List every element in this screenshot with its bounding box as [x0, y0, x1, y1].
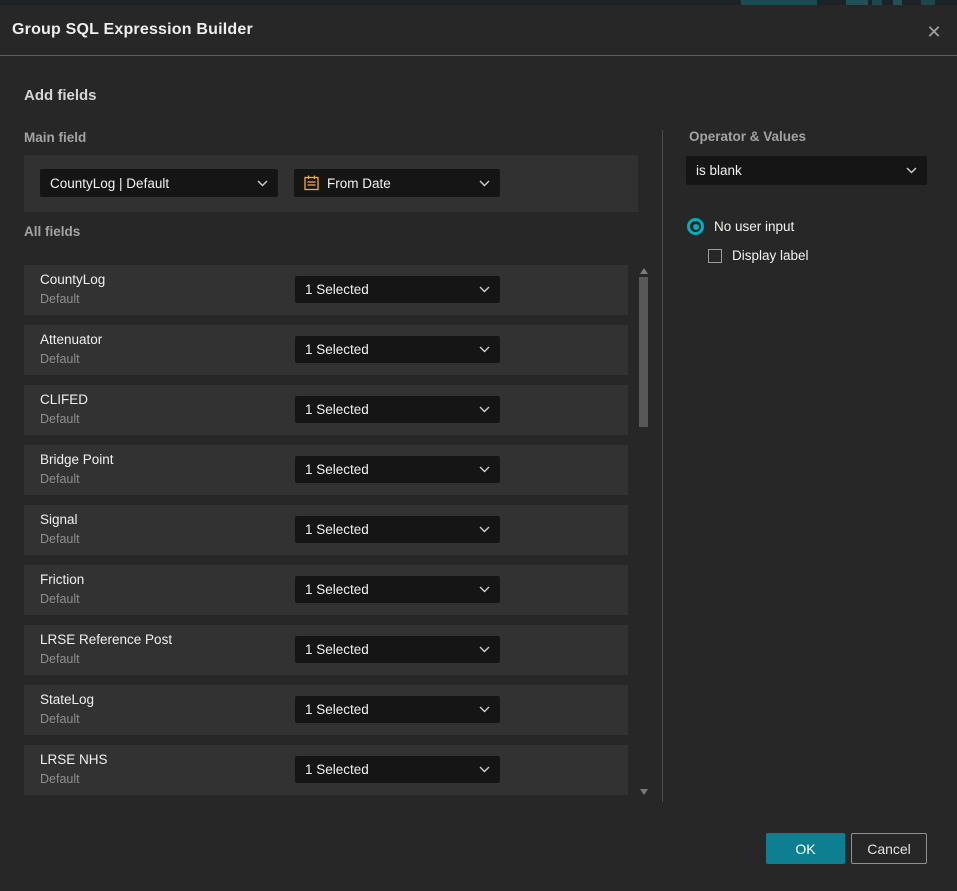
calendar-icon — [304, 175, 319, 191]
field-selected-value: 1 Selected — [305, 762, 479, 777]
field-selected-dropdown[interactable]: 1 Selected — [295, 516, 500, 543]
chevron-down-icon — [906, 167, 917, 174]
scroll-down-icon[interactable] — [640, 789, 648, 795]
field-selected-dropdown[interactable]: 1 Selected — [295, 636, 500, 663]
field-sublabel: Default — [40, 712, 80, 726]
chevron-down-icon — [479, 706, 490, 713]
operator-values-label: Operator & Values — [689, 129, 806, 144]
panel-divider — [662, 130, 663, 802]
chevron-down-icon — [479, 586, 490, 593]
field-name: Friction — [40, 572, 84, 587]
field-name: LRSE NHS — [40, 752, 108, 767]
field-name: LRSE Reference Post — [40, 632, 172, 647]
field-selected-value: 1 Selected — [305, 582, 479, 597]
radio-selected-icon — [687, 218, 704, 235]
field-selected-dropdown[interactable]: 1 Selected — [295, 276, 500, 303]
field-name: CLIFED — [40, 392, 88, 407]
field-selected-value: 1 Selected — [305, 522, 479, 537]
field-name: CountyLog — [40, 272, 105, 287]
field-selected-dropdown[interactable]: 1 Selected — [295, 396, 500, 423]
chevron-down-icon — [479, 406, 490, 413]
chevron-down-icon — [479, 180, 490, 187]
chevron-down-icon — [479, 286, 490, 293]
field-row: Signal Default 1 Selected — [24, 505, 628, 555]
field-selected-value: 1 Selected — [305, 402, 479, 417]
chevron-down-icon — [479, 466, 490, 473]
ok-button[interactable]: OK — [766, 833, 845, 864]
field-selected-dropdown[interactable]: 1 Selected — [295, 696, 500, 723]
chevron-down-icon — [257, 180, 268, 187]
field-selected-value: 1 Selected — [305, 702, 479, 717]
chevron-down-icon — [479, 646, 490, 653]
field-selected-value: 1 Selected — [305, 462, 479, 477]
field-name: Signal — [40, 512, 78, 527]
no-user-input-radio[interactable]: No user input — [687, 218, 794, 235]
field-sublabel: Default — [40, 352, 80, 366]
dialog-header: Group SQL Expression Builder ✕ — [0, 5, 957, 56]
chevron-down-icon — [479, 526, 490, 533]
list-scrollbar[interactable] — [639, 262, 649, 800]
chevron-down-icon — [479, 766, 490, 773]
field-sublabel: Default — [40, 772, 80, 786]
field-row: Attenuator Default 1 Selected — [24, 325, 628, 375]
field-selected-dropdown[interactable]: 1 Selected — [295, 756, 500, 783]
main-field-label: Main field — [24, 130, 86, 145]
main-field-select-value: From Date — [327, 176, 479, 191]
add-fields-heading: Add fields — [24, 87, 97, 104]
layer-select[interactable]: CountyLog | Default — [40, 169, 278, 197]
operator-select[interactable]: is blank — [686, 156, 927, 185]
main-field-panel: CountyLog | Default From Date — [24, 155, 638, 212]
field-sublabel: Default — [40, 472, 80, 486]
all-fields-list: CountyLog Default 1 Selected Attenuator … — [24, 265, 628, 805]
field-selected-value: 1 Selected — [305, 282, 479, 297]
field-selected-dropdown[interactable]: 1 Selected — [295, 336, 500, 363]
field-sublabel: Default — [40, 592, 80, 606]
field-row: Friction Default 1 Selected — [24, 565, 628, 615]
group-sql-expression-builder-dialog: Group SQL Expression Builder ✕ Add field… — [0, 0, 957, 891]
main-field-select[interactable]: From Date — [294, 169, 500, 197]
field-row: StateLog Default 1 Selected — [24, 685, 628, 735]
scroll-up-icon[interactable] — [640, 268, 648, 274]
field-selected-dropdown[interactable]: 1 Selected — [295, 456, 500, 483]
radio-label: No user input — [714, 219, 794, 234]
field-name: Bridge Point — [40, 452, 114, 467]
field-name: Attenuator — [40, 332, 102, 347]
field-name: StateLog — [40, 692, 94, 707]
close-icon[interactable]: ✕ — [924, 22, 944, 42]
field-row: CountyLog Default 1 Selected — [24, 265, 628, 315]
scrollbar-thumb[interactable] — [639, 277, 648, 427]
operator-select-value: is blank — [696, 163, 906, 178]
field-sublabel: Default — [40, 532, 80, 546]
dialog-title: Group SQL Expression Builder — [12, 5, 253, 55]
all-fields-label: All fields — [24, 224, 80, 239]
cancel-button[interactable]: Cancel — [851, 833, 927, 864]
chevron-down-icon — [479, 346, 490, 353]
field-sublabel: Default — [40, 652, 80, 666]
field-selected-value: 1 Selected — [305, 342, 479, 357]
field-selected-value: 1 Selected — [305, 642, 479, 657]
field-row: Bridge Point Default 1 Selected — [24, 445, 628, 495]
field-row: LRSE NHS Default 1 Selected — [24, 745, 628, 795]
layer-select-value: CountyLog | Default — [50, 176, 257, 191]
display-label-checkbox[interactable]: Display label — [708, 248, 809, 263]
field-sublabel: Default — [40, 412, 80, 426]
field-row: LRSE Reference Post Default 1 Selected — [24, 625, 628, 675]
field-row: CLIFED Default 1 Selected — [24, 385, 628, 435]
field-selected-dropdown[interactable]: 1 Selected — [295, 576, 500, 603]
checkbox-unchecked-icon — [708, 249, 722, 263]
checkbox-label: Display label — [732, 248, 809, 263]
field-sublabel: Default — [40, 292, 80, 306]
